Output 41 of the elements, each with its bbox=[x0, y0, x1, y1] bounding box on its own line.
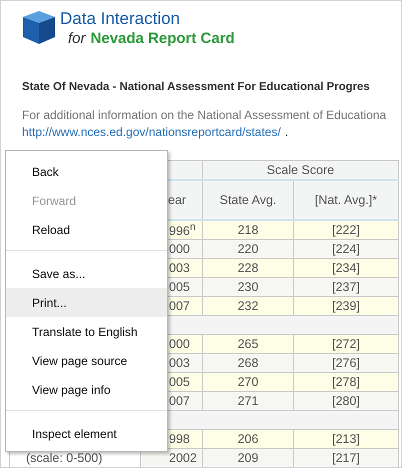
cube-icon bbox=[21, 9, 57, 45]
table-cell: 270 bbox=[202, 372, 294, 392]
table-cell: [224] bbox=[294, 240, 398, 258]
column-header: State Avg. bbox=[202, 180, 294, 220]
table-cell: [237] bbox=[294, 278, 398, 296]
menu-item[interactable]: View page info bbox=[6, 375, 167, 404]
menu-item[interactable]: Back bbox=[6, 157, 167, 186]
nces-link[interactable]: http://www.nces.ed.gov/nationsreportcard/states/ bbox=[22, 124, 281, 140]
menu-item[interactable]: Reload bbox=[6, 215, 167, 244]
table-cell: 230 bbox=[202, 278, 294, 296]
table-cell: [278] bbox=[294, 372, 398, 392]
page-heading: State Of Nevada - National Assessment For Educational Progres bbox=[21, 80, 371, 93]
table-cell: [217] bbox=[294, 448, 398, 467]
menu-item[interactable]: Save as... bbox=[6, 259, 167, 288]
table-cell: [272] bbox=[294, 334, 398, 354]
column-header: [Nat. Avg.]* bbox=[294, 180, 398, 220]
table-cell: [213] bbox=[294, 430, 398, 448]
table-cell: [222] bbox=[294, 220, 398, 240]
column-group-header: Scale Score bbox=[202, 160, 398, 180]
table-cell: [276] bbox=[294, 354, 398, 372]
table-cell: 271 bbox=[202, 392, 294, 410]
table-cell: 232 bbox=[202, 296, 294, 316]
table-cell: [234] bbox=[294, 258, 398, 278]
table-cell: 220 bbox=[202, 240, 294, 258]
menu-item[interactable]: Translate to English bbox=[6, 317, 167, 346]
app-title: Data Interaction bbox=[60, 9, 182, 29]
table-cell: [280] bbox=[294, 392, 398, 410]
table-cell: 206 bbox=[202, 430, 294, 448]
menu-item[interactable]: View page source bbox=[6, 346, 167, 375]
table-cell: 268 bbox=[202, 354, 294, 372]
table-cell: 218 bbox=[202, 220, 294, 240]
table-cell: 209 bbox=[202, 448, 294, 467]
table-cell: 228 bbox=[202, 258, 294, 278]
link-suffix: . bbox=[284, 124, 288, 140]
menu-item[interactable]: Inspect element bbox=[6, 419, 167, 448]
table-cell: 265 bbox=[202, 334, 294, 354]
intro-text: For additional information on the National Assessment of Educationa bbox=[21, 107, 388, 124]
menu-item[interactable]: Print... bbox=[6, 288, 167, 317]
app-subtitle: Nevada Report Card bbox=[90, 29, 235, 48]
table-cell: [239] bbox=[294, 296, 398, 316]
app-subtitle-prefix: for bbox=[68, 29, 86, 48]
